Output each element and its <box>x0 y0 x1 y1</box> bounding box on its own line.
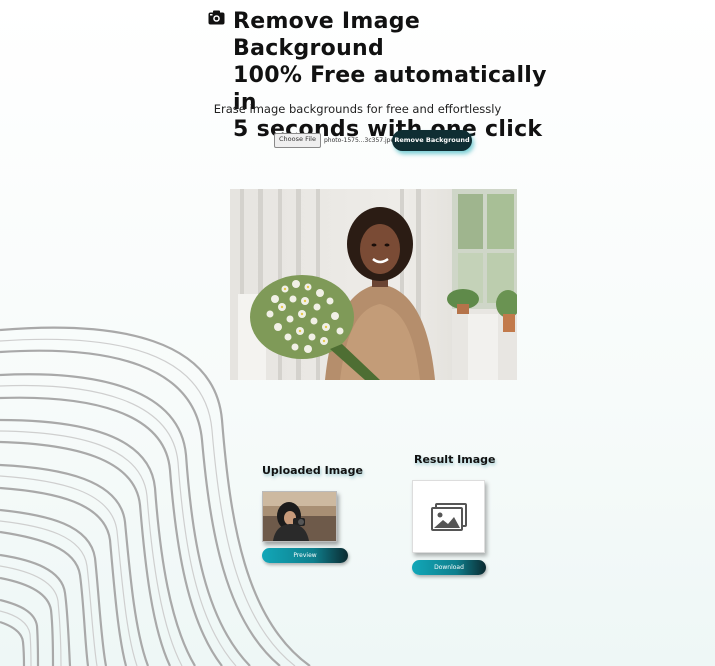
page-title: Remove Image Background 100% Free automa… <box>233 8 548 143</box>
uploaded-image-title: Uploaded Image <box>262 464 363 477</box>
result-image-box <box>412 480 485 553</box>
camera-icon <box>208 10 225 25</box>
uploaded-photo-large <box>230 189 517 380</box>
remove-background-button[interactable]: Remove Background <box>392 130 472 151</box>
title-line-1: Remove Image Background <box>233 9 421 61</box>
file-input[interactable]: Choose File photo-1575...3c357.jpeg <box>274 130 398 150</box>
image-placeholder-icon <box>430 502 467 531</box>
selected-file-name: photo-1575...3c357.jpeg <box>323 136 398 144</box>
uploaded-image-thumbnail[interactable] <box>262 491 337 542</box>
result-image-title: Result Image <box>414 453 496 466</box>
page-subtitle: Erase image backgrounds for free and eff… <box>213 102 502 116</box>
preview-button[interactable]: Preview <box>262 548 348 563</box>
choose-file-button[interactable]: Choose File <box>274 132 321 148</box>
download-button[interactable]: Download <box>412 560 486 575</box>
